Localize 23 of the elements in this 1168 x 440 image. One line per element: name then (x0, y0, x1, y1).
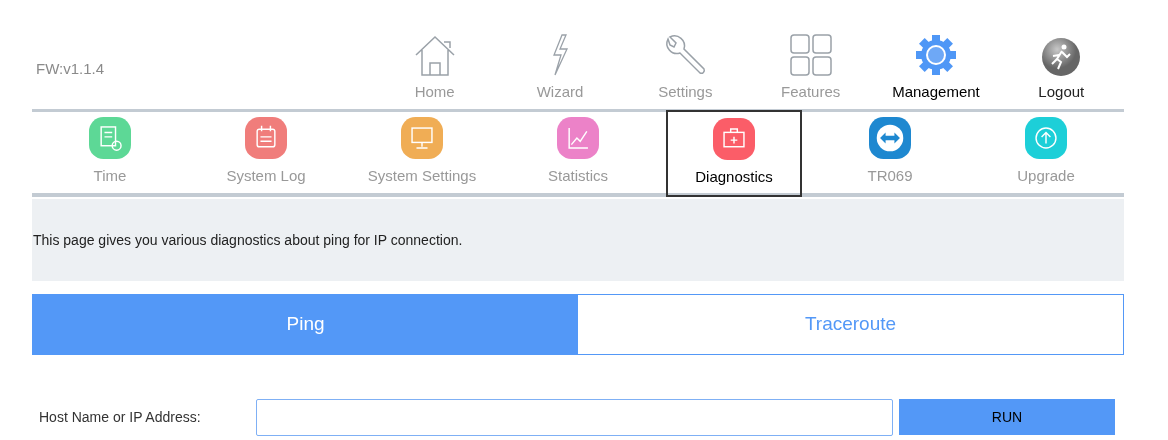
submenu-item[interactable]: Time (32, 112, 188, 193)
submenu-item[interactable]: System Settings (344, 112, 500, 193)
nav-item[interactable]: Home (372, 0, 498, 109)
lightning-icon (550, 32, 570, 77)
nav-item[interactable]: Features (748, 0, 874, 109)
host-input-field[interactable] (256, 398, 893, 436)
nav-item[interactable]: Management (873, 0, 999, 109)
field-label: Host Name or IP Address: (38, 407, 202, 427)
nav-item[interactable]: Wizard (497, 0, 623, 109)
submenu-item[interactable]: TR069 (812, 112, 968, 193)
submenu-item[interactable]: System Log (188, 112, 344, 193)
submenu-item[interactable]: Statistics (500, 112, 656, 193)
gear-icon (913, 32, 958, 77)
submenu-item[interactable]: Upgrade (968, 112, 1124, 193)
nav-item[interactable]: Logout (998, 0, 1124, 109)
tab[interactable]: Ping (33, 295, 578, 354)
grid-icon (788, 32, 833, 77)
nav-item[interactable]: Settings (622, 0, 748, 109)
firmware-version: FW:v1.1.4 (36, 59, 105, 80)
running-figure-icon (1041, 36, 1082, 77)
run-button[interactable]: RUN (899, 399, 1115, 435)
submenu-item[interactable]: Diagnostics (666, 110, 802, 197)
page-description: This page gives you various diagnostics about ping for IP connection. (33, 230, 463, 250)
